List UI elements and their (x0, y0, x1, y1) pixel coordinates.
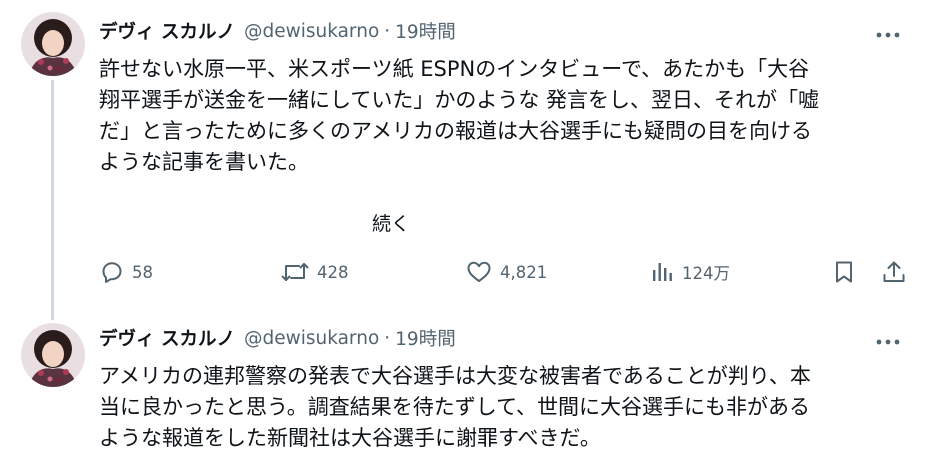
tweet-text-line: アメリカの連邦警察の発表で大谷選手は大変な被害者であることが判り、本 (99, 364, 811, 388)
tweet-text-line: 当に良かったと思う。調査結果を待たずして、世間に大谷選手にも非がある (99, 395, 811, 419)
tweet-text-line: だ」と言ったために多くのアメリカの報道は大谷選手にも疑問の目を向ける (99, 119, 812, 143)
retweet-icon (281, 260, 309, 284)
more-options-button[interactable] (873, 329, 903, 349)
tweet-actions: 58 428 4,821 124万 (0, 257, 929, 287)
retweet-count: 428 (317, 262, 349, 282)
tweet-text: アメリカの連邦警察の発表で大谷選手は大変な被害者であることが判り、本 当に良かっ… (99, 361, 905, 454)
avatar[interactable] (21, 12, 85, 76)
tweet-timestamp[interactable]: 19時間 (395, 325, 456, 351)
more-options-button[interactable] (873, 22, 903, 42)
tweet-text-line: 翔平選手が送金を一緒にしていた」かのような 発言をし、翌日、それが「嘘 (99, 88, 820, 112)
author-name[interactable]: デヴィ スカルノ (99, 325, 235, 351)
retweet-button[interactable]: 428 (281, 257, 349, 287)
continue-label: 続く (372, 213, 411, 235)
tweet-text-line: 許せない水原一平、米スポーツ紙 ESPNのインタビューで、あたかも「大谷 (99, 57, 810, 81)
author-name[interactable]: デヴィ スカルノ (99, 18, 235, 44)
more-icon (876, 330, 900, 349)
bookmark-icon (832, 260, 856, 284)
separator-dot: · (384, 20, 391, 42)
like-count: 4,821 (500, 262, 548, 282)
tweet-header: デヴィ スカルノ @dewisukarno · 19時間 (99, 325, 456, 351)
more-icon (876, 23, 900, 42)
view-count: 124万 (682, 264, 730, 283)
tweet[interactable]: デヴィ スカルノ @dewisukarno · 19時間 許せない水原一平、米ス… (0, 0, 929, 320)
tweet-text-line: ような記事を書いた。 (99, 150, 309, 174)
tweet-text-line: ような報道をした新聞社は大谷選手に謝罪すべきだ。 (99, 426, 601, 450)
tweet-header: デヴィ スカルノ @dewisukarno · 19時間 (99, 18, 456, 44)
tweet-timestamp[interactable]: 19時間 (395, 18, 456, 44)
share-icon (881, 260, 907, 284)
avatar[interactable] (21, 323, 85, 387)
author-handle[interactable]: @dewisukarno (244, 328, 379, 349)
reply-icon (100, 260, 124, 284)
reply-button[interactable]: 58 (100, 257, 153, 287)
like-button[interactable]: 4,821 (466, 257, 547, 287)
views-button[interactable]: 124万 (650, 257, 730, 287)
separator-dot: · (384, 327, 391, 349)
reply-count: 58 (132, 262, 153, 282)
heart-icon (466, 260, 492, 284)
tweet-text: 許せない水原一平、米スポーツ紙 ESPNのインタビューで、あたかも「大谷 翔平選… (99, 54, 905, 178)
analytics-icon (650, 260, 674, 284)
author-handle[interactable]: @dewisukarno (244, 21, 379, 42)
share-button[interactable] (881, 257, 907, 287)
bookmark-button[interactable] (832, 257, 856, 287)
tweet[interactable]: デヴィ スカルノ @dewisukarno · 19時間 アメリカの連邦警察の発… (0, 320, 929, 472)
